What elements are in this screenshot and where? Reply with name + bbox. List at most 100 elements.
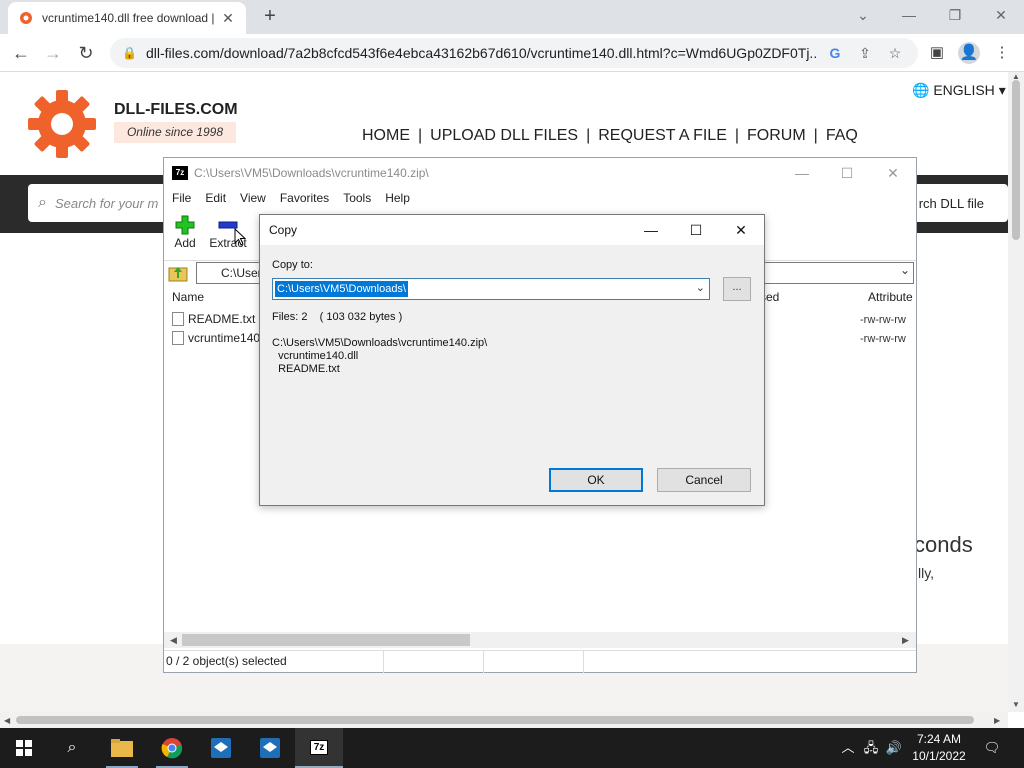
file-name: README.txt [188,312,256,326]
ok-button[interactable]: OK [549,468,643,492]
menu-file[interactable]: File [172,191,191,205]
browser-tab[interactable]: vcruntime140.dll free download | ✕ [8,2,246,34]
scroll-down-arrow-icon[interactable]: ▼ [1012,700,1020,709]
dialog-maximize-button[interactable]: ☐ [681,219,711,241]
list-item[interactable]: README.txt [172,312,255,326]
chevron-down-icon[interactable]: ⌄ [900,263,910,277]
menu-favorites[interactable]: Favorites [280,191,329,205]
start-button[interactable] [0,728,48,768]
share-icon[interactable]: ⇪ [854,45,876,62]
notification-icon[interactable]: 🗨 [982,738,1002,758]
sevenzip-taskbar-button[interactable]: 7z [295,728,343,768]
browser-tab-strip: vcruntime140.dll free download | ✕ + ⌄ —… [0,0,1024,34]
sevenzip-minimize-button[interactable]: — [787,162,817,184]
taskbar-search-button[interactable]: ⌕ [48,728,96,768]
menu-kebab-icon[interactable]: ⋮ [991,42,1013,64]
list-item[interactable]: vcruntime140 [172,331,260,345]
browse-button[interactable]: ... [723,277,751,301]
volume-icon[interactable]: 🔊 [884,738,904,758]
back-arrow-icon[interactable]: ← [8,40,34,66]
google-translate-icon[interactable]: G [824,45,846,61]
chrome-taskbar-button[interactable] [148,728,196,768]
sevenzip-close-button[interactable]: ✕ [878,162,908,184]
browser-close-button[interactable]: ✕ [987,4,1015,26]
copy-to-value[interactable]: C:\Users\VM5\Downloads\ [275,281,408,297]
menu-tools[interactable]: Tools [343,191,371,205]
browser-restore-button[interactable]: ❐ [941,4,969,26]
scroll-right-arrow-icon[interactable]: ▶ [902,635,909,646]
url-text[interactable]: dll-files.com/download/7a2b8cfcd543f6e4e… [146,45,816,61]
column-header-attributes[interactable]: Attribute [868,286,913,308]
sevenzip-horizontal-scrollbar[interactable]: ◀ ▶ [164,632,916,648]
profile-avatar-icon[interactable]: 👤 [958,42,980,64]
language-selector[interactable]: 🌐 ENGLISH ▾ [912,82,1006,99]
menu-help[interactable]: Help [385,191,410,205]
file-attributes: -rw-rw-rw [860,333,906,345]
sevenzip-statusbar: 0 / 2 object(s) selected [164,650,916,673]
menu-edit[interactable]: Edit [205,191,226,205]
nav-home[interactable]: HOME [362,127,410,145]
cancel-button[interactable]: Cancel [657,468,751,492]
page-text-fragment: conds [914,532,973,557]
search-dll-button[interactable]: rch DLL file [919,196,984,211]
site-name[interactable]: DLL-FILES.COM [114,101,238,119]
scroll-thumb[interactable] [16,716,974,724]
sevenzip-maximize-button[interactable]: ☐ [832,162,862,184]
windows-logo-icon [16,740,32,756]
search-icon: ⌕ [67,739,77,756]
new-tab-button[interactable]: + [258,5,282,29]
address-bar[interactable]: 🔒 dll-files.com/download/7a2b8cfcd543f6e… [110,38,918,68]
nav-faq[interactable]: FAQ [826,127,858,145]
page-vertical-scrollbar[interactable]: ▲ ▼ [1008,72,1024,712]
add-button[interactable]: Add [165,214,205,250]
file-explorer-taskbar-button[interactable] [98,728,146,768]
nav-request[interactable]: REQUEST A FILE [598,127,727,145]
text-file-icon [172,312,184,326]
clock-date: 10/1/2022 [912,749,966,763]
column-header-name[interactable]: Name [172,286,204,308]
file-name: vcruntime140 [188,331,261,345]
reload-icon[interactable]: ↻ [73,40,99,66]
scroll-right-arrow-icon[interactable]: ▶ [994,716,1000,725]
nav-separator: | [586,127,591,144]
scroll-thumb[interactable] [1012,80,1020,240]
nav-separator: | [813,127,818,144]
dialog-minimize-button[interactable]: — [636,219,666,241]
chevron-down-icon[interactable]: ⌄ [696,281,705,294]
source-path-line: vcruntime140.dll [272,350,359,362]
scroll-left-arrow-icon[interactable]: ◀ [170,635,177,646]
forward-arrow-icon[interactable]: → [40,40,66,66]
chrome-icon [161,738,183,759]
dll-files-logo-gear-icon[interactable] [28,90,96,158]
source-path-line: README.txt [272,363,340,375]
page-horizontal-scrollbar[interactable]: ◀ ▶ [0,712,1008,728]
dialog-close-button[interactable]: ✕ [726,219,756,241]
bookmark-star-icon[interactable]: ☆ [884,45,906,62]
app-taskbar-button[interactable] [197,728,245,768]
system-clock[interactable]: 7:24 AM 10/1/2022 [906,731,972,765]
file-attributes: -rw-rw-rw [860,314,906,326]
sevenzip-app-icon: 7z [172,166,188,180]
search-placeholder[interactable]: Search for your m [55,196,158,211]
plus-icon [175,215,195,235]
lock-icon[interactable]: 🔒 [122,46,137,60]
nav-forum[interactable]: FORUM [747,127,806,145]
tab-search-icon[interactable]: ⌄ [849,4,877,26]
side-panel-icon[interactable]: ▣ [926,42,948,64]
nav-separator: | [418,127,423,144]
network-icon[interactable]: 🖧 [861,738,881,758]
tab-close-icon[interactable]: ✕ [220,10,236,27]
chevron-up-icon[interactable]: ︿ [838,738,858,758]
copy-to-combobox[interactable]: C:\Users\VM5\Downloads\ ⌄ [272,278,710,300]
browser-minimize-button[interactable]: — [895,4,923,26]
app-taskbar-button[interactable] [246,728,294,768]
virtual-machine-icon [260,738,280,758]
scroll-thumb[interactable] [182,634,470,646]
scroll-left-arrow-icon[interactable]: ◀ [4,716,10,725]
nav-upload[interactable]: UPLOAD DLL FILES [430,127,578,145]
menu-view[interactable]: View [240,191,266,205]
virtual-machine-icon [211,738,231,758]
folder-up-icon[interactable] [168,263,188,283]
sevenzip-icon: 7z [309,739,329,755]
path-text[interactable]: C:\User [221,266,262,280]
